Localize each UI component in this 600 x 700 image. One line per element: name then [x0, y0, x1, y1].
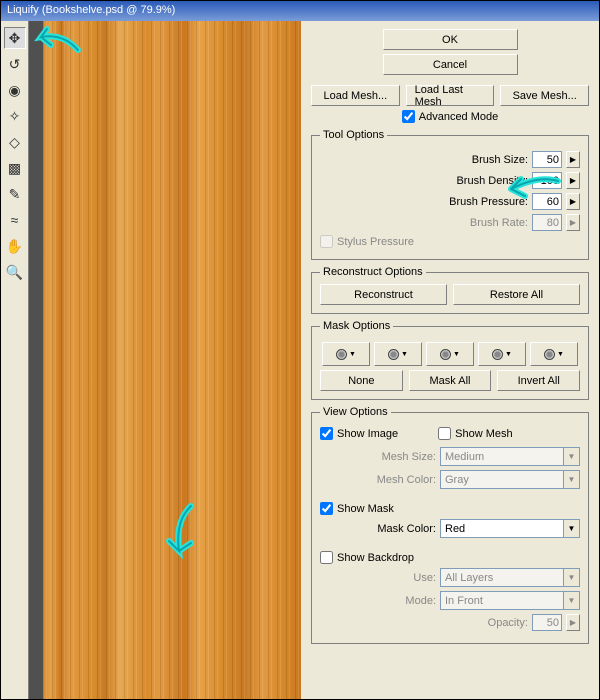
pucker-tool-icon[interactable]: ✧	[4, 105, 26, 127]
mesh-size-label: Mesh Size:	[382, 451, 436, 463]
mask-options-group: Mask Options ▼ ▼ ▼ ▼ ▼ None Mask All Inv…	[311, 320, 589, 400]
window-titlebar: Liquify (Bookshelve.psd @ 79.9%)	[1, 1, 599, 21]
mask-none-button[interactable]: None	[320, 370, 403, 391]
twirl-cw-tool-icon[interactable]: ◉	[4, 79, 26, 101]
brush-pressure-stepper[interactable]: ▶	[566, 193, 580, 210]
options-panel: OK Cancel Load Mesh... Load Last Mesh Sa…	[301, 21, 599, 699]
brush-pressure-label: Brush Pressure:	[449, 196, 528, 208]
show-mesh-label: Show Mesh	[455, 428, 512, 440]
show-image-label: Show Image	[337, 428, 398, 440]
opacity-label: Opacity:	[488, 617, 528, 629]
forward-warp-tool-icon[interactable]: ✥	[4, 27, 26, 49]
reconstruct-options-legend: Reconstruct Options	[320, 266, 426, 278]
mesh-size-dropdown: Medium▼	[440, 447, 580, 466]
show-backdrop-label: Show Backdrop	[337, 552, 414, 564]
invert-all-button[interactable]: Invert All	[497, 370, 580, 391]
mask-mode-3-button[interactable]: ▼	[426, 342, 474, 366]
mask-options-legend: Mask Options	[320, 320, 393, 332]
show-mask-checkbox[interactable]	[320, 502, 333, 515]
stylus-pressure-checkbox	[320, 235, 333, 248]
mirror-tool-icon[interactable]: ✎	[4, 183, 26, 205]
push-left-tool-icon[interactable]: ▩	[4, 157, 26, 179]
liquify-dialog: Liquify (Bookshelve.psd @ 79.9%) ✥ ↺ ◉ ✧…	[0, 0, 600, 700]
bloat-tool-icon[interactable]: ◇	[4, 131, 26, 153]
view-options-legend: View Options	[320, 406, 391, 418]
mask-mode-2-button[interactable]: ▼	[374, 342, 422, 366]
tools-toolbar: ✥ ↺ ◉ ✧ ◇ ▩ ✎ ≈ ✋ 🔍	[1, 21, 29, 699]
mask-mode-4-button[interactable]: ▼	[478, 342, 526, 366]
brush-size-stepper[interactable]: ▶	[566, 151, 580, 168]
tool-options-legend: Tool Options	[320, 129, 387, 141]
mode-label: Mode:	[405, 595, 436, 607]
opacity-input	[532, 614, 562, 631]
thaw-mask-tool-icon[interactable]: 🔍	[4, 261, 26, 283]
mesh-color-label: Mesh Color:	[377, 474, 436, 486]
load-last-mesh-button[interactable]: Load Last Mesh	[406, 85, 495, 106]
show-mask-label: Show Mask	[337, 503, 394, 515]
brush-size-label: Brush Size:	[472, 154, 528, 166]
brush-rate-input	[532, 214, 562, 231]
advanced-mode-checkbox[interactable]	[402, 110, 415, 123]
save-mesh-button[interactable]: Save Mesh...	[500, 85, 589, 106]
brush-rate-label: Brush Rate:	[470, 217, 528, 229]
opacity-stepper: ▶	[566, 614, 580, 631]
restore-all-button[interactable]: Restore All	[453, 284, 580, 305]
reconstruct-options-group: Reconstruct Options Reconstruct Restore …	[311, 266, 589, 314]
mask-color-dropdown[interactable]: Red▼	[440, 519, 580, 538]
brush-density-label: Brush Density:	[456, 175, 528, 187]
brush-density-stepper[interactable]: ▶	[566, 172, 580, 189]
mask-mode-5-button[interactable]: ▼	[530, 342, 578, 366]
reconstruct-tool-icon[interactable]: ↺	[4, 53, 26, 75]
wood-texture	[43, 21, 301, 699]
mask-color-label: Mask Color:	[377, 523, 436, 535]
ok-button[interactable]: OK	[383, 29, 518, 50]
reconstruct-button[interactable]: Reconstruct	[320, 284, 447, 305]
advanced-mode-label: Advanced Mode	[419, 111, 499, 123]
tool-options-group: Tool Options Brush Size: ▶ Brush Density:…	[311, 129, 589, 260]
stylus-pressure-label: Stylus Pressure	[337, 236, 414, 248]
preview-canvas[interactable]	[29, 21, 301, 699]
mask-mode-1-button[interactable]: ▼	[322, 342, 370, 366]
brush-rate-stepper: ▶	[566, 214, 580, 231]
freeze-mask-tool-icon[interactable]: ✋	[4, 235, 26, 257]
cancel-button[interactable]: Cancel	[383, 54, 518, 75]
show-image-checkbox[interactable]	[320, 427, 333, 440]
brush-pressure-input[interactable]	[532, 193, 562, 210]
mode-dropdown: In Front▼	[440, 591, 580, 610]
use-label: Use:	[413, 572, 436, 584]
load-mesh-button[interactable]: Load Mesh...	[311, 85, 400, 106]
view-options-group: View Options Show Image Show Mesh Mesh S…	[311, 406, 589, 644]
show-backdrop-checkbox[interactable]	[320, 551, 333, 564]
mask-all-button[interactable]: Mask All	[409, 370, 492, 391]
turbulence-tool-icon[interactable]: ≈	[4, 209, 26, 231]
brush-size-input[interactable]	[532, 151, 562, 168]
show-mesh-checkbox[interactable]	[438, 427, 451, 440]
brush-density-input[interactable]	[532, 172, 562, 189]
use-dropdown: All Layers▼	[440, 568, 580, 587]
mesh-color-dropdown: Gray▼	[440, 470, 580, 489]
